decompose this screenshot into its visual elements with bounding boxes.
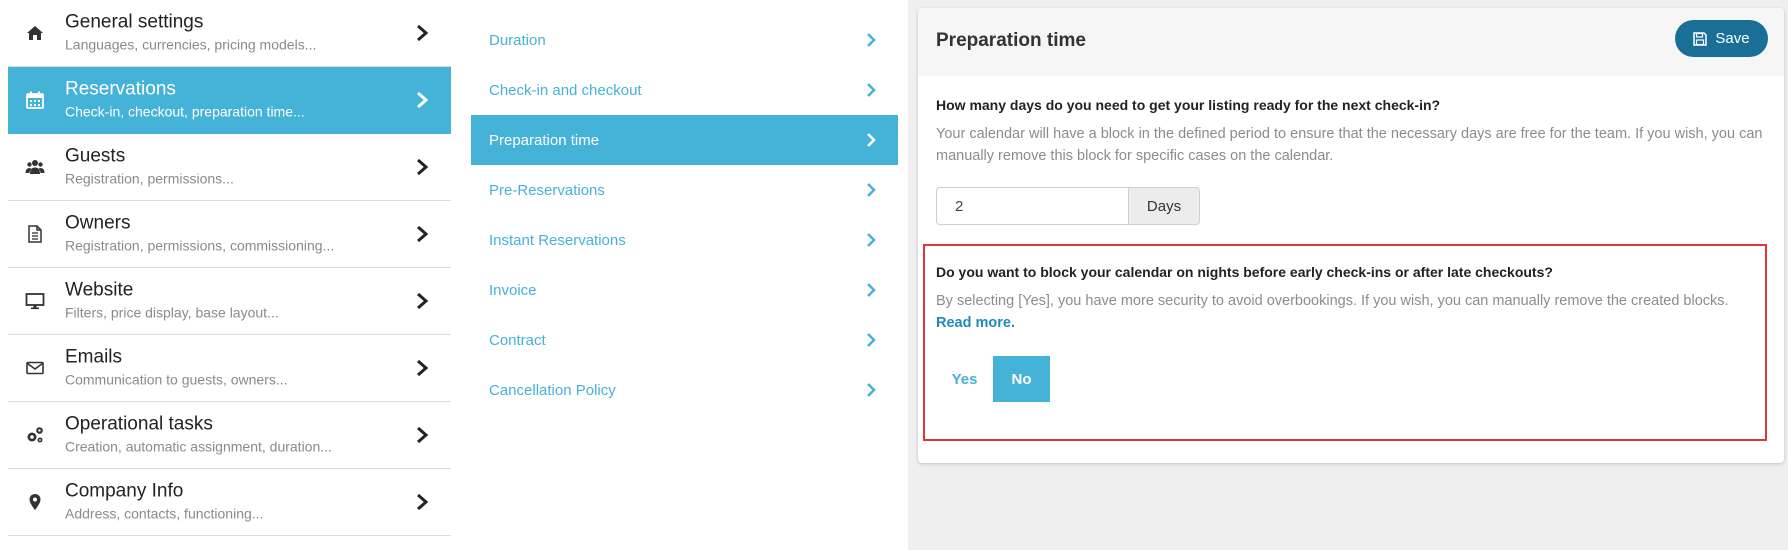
menu-item-title: Guests [65, 145, 126, 167]
submenu-item-preparation-time[interactable]: Preparation time [471, 115, 898, 165]
preparation-days-input[interactable] [936, 187, 1129, 225]
chevron-right-icon [867, 333, 876, 347]
menu-item-subtitle: Communication to guests, owners... [65, 371, 288, 388]
menu-item-title: General settings [65, 11, 204, 33]
settings-menu: General settings Languages, currencies, … [8, 0, 451, 536]
days-unit-label: Days [1129, 187, 1200, 225]
chevron-right-icon [867, 383, 876, 397]
submenu-item-label: Contract [489, 331, 546, 349]
toggle-yes-button[interactable]: Yes [936, 356, 993, 402]
map-pin-icon [24, 491, 46, 513]
question-block-calendar: Do you want to block your calendar on ni… [936, 264, 1553, 280]
chevron-right-icon [417, 225, 429, 243]
menu-item-title: Owners [65, 212, 131, 234]
menu-item-subtitle: Address, contacts, functioning... [65, 505, 264, 522]
submenu-item-invoice[interactable]: Invoice [471, 265, 898, 315]
read-more-link[interactable]: Read more. [936, 315, 1015, 331]
menu-item-subtitle: Creation, automatic assignment, duration… [65, 438, 332, 455]
menu-item-reservations[interactable]: Reservations Check-in, checkout, prepara… [8, 67, 451, 134]
toggle-no-button[interactable]: No [993, 356, 1050, 402]
submenu-item-cancellation-policy[interactable]: Cancellation Policy [471, 365, 898, 415]
menu-item-subtitle: Filters, price display, base layout... [65, 304, 279, 321]
document-icon [24, 223, 46, 245]
submenu-item-checkin-checkout[interactable]: Check-in and checkout [471, 65, 898, 115]
chevron-right-icon [867, 183, 876, 197]
menu-item-subtitle: Languages, currencies, pricing models... [65, 36, 317, 53]
chevron-right-icon [867, 233, 876, 247]
chevron-right-icon [417, 158, 429, 176]
preparation-days-description: Your calendar will have a block in the d… [936, 126, 1763, 164]
submenu-item-label: Instant Reservations [489, 231, 626, 249]
menu-item-company-info[interactable]: Company Info Address, contacts, function… [8, 469, 451, 536]
chevron-right-icon [417, 359, 429, 377]
submenu-item-label: Preparation time [489, 131, 600, 149]
menu-item-subtitle: Registration, permissions... [65, 170, 234, 187]
chevron-right-icon [417, 292, 429, 310]
block-calendar-description-text: By selecting [Yes], you have more securi… [936, 293, 1729, 309]
submenu-item-label: Invoice [489, 281, 537, 299]
menu-item-subtitle: Registration, permissions, commissioning… [65, 237, 335, 254]
page-title: Preparation time [936, 30, 1086, 51]
users-icon [24, 156, 46, 178]
menu-item-title: Website [65, 279, 134, 301]
chevron-right-icon [867, 133, 876, 147]
submenu-item-duration[interactable]: Duration [471, 15, 898, 65]
card-header: Preparation time Save [918, 8, 1784, 76]
submenu-item-contract[interactable]: Contract [471, 315, 898, 365]
submenu-item-instant-reservations[interactable]: Instant Reservations [471, 215, 898, 265]
chevron-right-icon [867, 83, 876, 97]
chevron-right-icon [867, 283, 876, 297]
reservations-submenu: Duration Check-in and checkout Preparati… [471, 15, 898, 415]
menu-item-guests[interactable]: Guests Registration, permissions... [8, 134, 451, 201]
menu-item-title: Emails [65, 346, 123, 368]
submenu-item-label: Cancellation Policy [489, 381, 616, 399]
chevron-right-icon [417, 426, 429, 444]
monitor-icon [24, 290, 46, 312]
submenu-item-label: Duration [489, 31, 546, 49]
menu-item-website[interactable]: Website Filters, price display, base lay… [8, 268, 451, 335]
preparation-time-card: Preparation time Save How many days do y… [918, 8, 1784, 463]
menu-item-title: Reservations [65, 78, 176, 100]
chevron-right-icon [867, 33, 876, 47]
floppy-disk-icon [1693, 31, 1708, 46]
menu-item-general-settings[interactable]: General settings Languages, currencies, … [8, 0, 451, 67]
save-button[interactable]: Save [1675, 20, 1768, 57]
menu-item-emails[interactable]: Emails Communication to guests, owners..… [8, 335, 451, 402]
home-icon [24, 22, 46, 44]
chevron-right-icon [417, 24, 429, 42]
question-preparation-days: How many days do you need to get your li… [936, 97, 1441, 113]
submenu-item-pre-reservations[interactable]: Pre-Reservations [471, 165, 898, 215]
block-calendar-toggle: Yes No [936, 356, 1050, 402]
save-button-label: Save [1715, 30, 1750, 47]
chevron-right-icon [417, 91, 429, 109]
menu-item-subtitle: Check-in, checkout, preparation time... [65, 103, 305, 120]
chevron-right-icon [417, 493, 429, 511]
calendar-icon [24, 89, 46, 111]
menu-item-title: Operational tasks [65, 413, 213, 435]
preparation-days-input-group: Days [936, 187, 1200, 225]
submenu-item-label: Pre-Reservations [489, 181, 605, 199]
block-calendar-description: By selecting [Yes], you have more securi… [936, 290, 1766, 334]
submenu-item-label: Check-in and checkout [489, 81, 642, 99]
menu-item-owners[interactable]: Owners Registration, permissions, commis… [8, 201, 451, 268]
gears-icon [24, 424, 46, 446]
envelope-icon [24, 357, 46, 379]
menu-item-operational-tasks[interactable]: Operational tasks Creation, automatic as… [8, 402, 451, 469]
menu-item-title: Company Info [65, 480, 184, 502]
